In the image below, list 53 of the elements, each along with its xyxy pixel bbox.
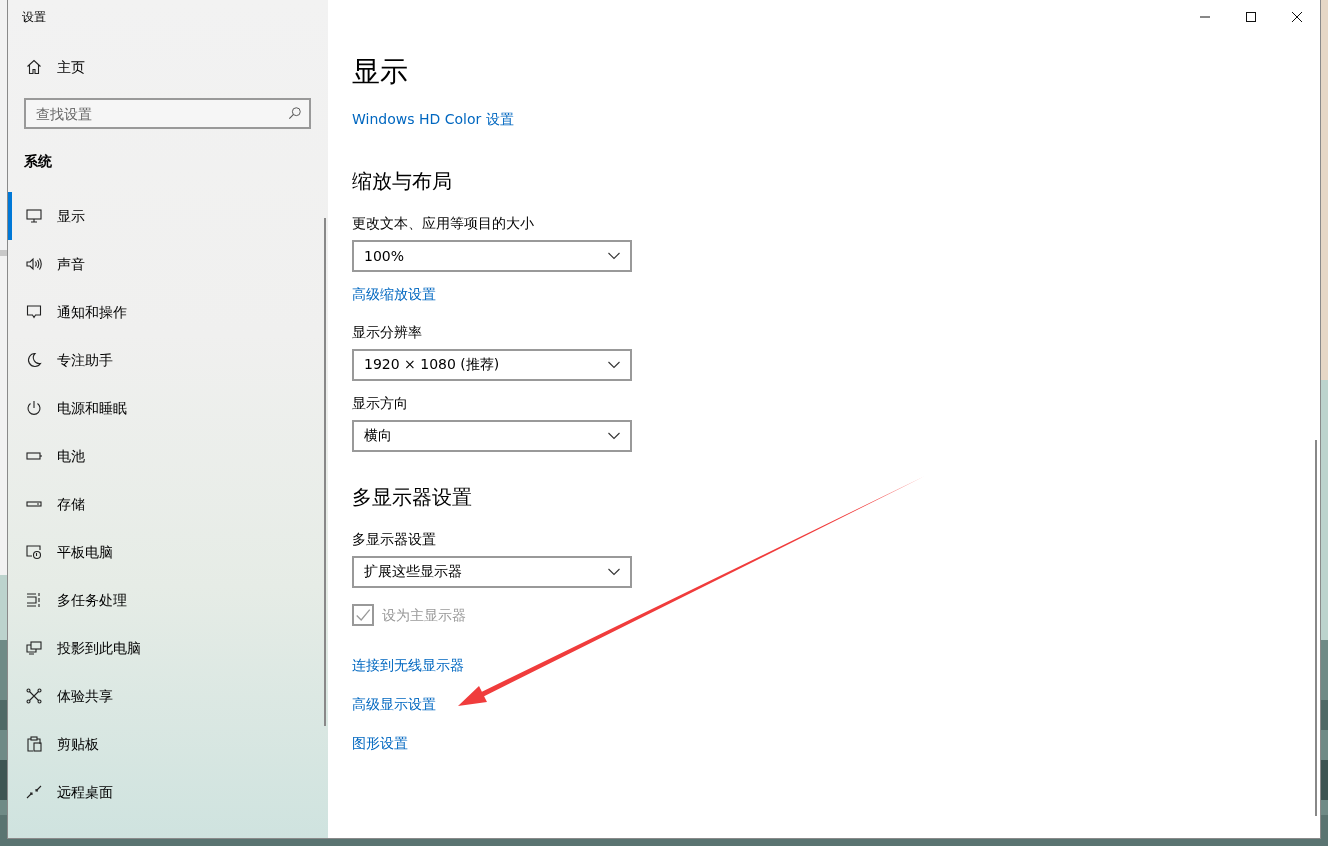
chevron-down-icon	[608, 568, 620, 576]
sidebar-item[interactable]: 体验共享	[8, 672, 328, 720]
field-label: 多显示器设置	[352, 530, 436, 549]
maximize-icon	[1246, 12, 1256, 22]
search-field[interactable]: 查找设置	[24, 98, 311, 129]
sidebar-item[interactable]: 电源和睡眠	[8, 384, 328, 432]
sidebar-item[interactable]: 存储	[8, 480, 328, 528]
window-title: 设置	[22, 9, 46, 25]
project-icon	[26, 640, 42, 656]
close-icon	[1292, 12, 1302, 22]
sidebar-item[interactable]: 通知和操作	[8, 288, 328, 336]
message-icon	[26, 304, 42, 320]
chevron-down-icon	[608, 361, 620, 369]
dropdown[interactable]: 横向	[352, 420, 632, 452]
share-icon	[26, 688, 42, 704]
scrollbar[interactable]	[1315, 440, 1317, 816]
tablet-icon	[26, 544, 42, 560]
power-icon	[26, 400, 42, 416]
sidebar-item[interactable]: 电池	[8, 432, 328, 480]
sidebar-item[interactable]: 远程桌面	[8, 768, 328, 816]
sidebar-item[interactable]: 投影到此电脑	[8, 624, 328, 672]
checkmark-icon	[354, 606, 372, 624]
search-icon	[288, 106, 302, 120]
sidebar-item[interactable]: 专注助手	[8, 336, 328, 384]
speaker-icon	[26, 256, 42, 272]
dropdown[interactable]: 扩展这些显示器	[352, 556, 632, 588]
sidebar-item[interactable]: 剪贴板	[8, 720, 328, 768]
section-heading: 系统	[24, 152, 52, 171]
dropdown[interactable]: 100%	[352, 240, 632, 272]
chevron-down-icon	[608, 432, 620, 440]
home-item[interactable]: 主页	[8, 59, 328, 75]
home-icon	[26, 59, 42, 75]
section-heading: 缩放与布局	[352, 168, 452, 195]
field-label: 更改文本、应用等项目的大小	[352, 214, 534, 233]
clipboard-icon	[26, 736, 42, 752]
link[interactable]: 高级缩放设置	[352, 284, 436, 304]
scrollbar[interactable]	[324, 218, 326, 726]
field-label: 显示方向	[352, 394, 408, 413]
multitask-icon	[26, 592, 42, 608]
moon-icon	[26, 352, 42, 368]
page-title: 显示	[352, 54, 408, 90]
link[interactable]: Windows HD Color 设置	[352, 109, 514, 129]
link[interactable]: 图形设置	[352, 733, 408, 753]
monitor-icon	[26, 208, 42, 224]
link[interactable]: 连接到无线显示器	[352, 655, 464, 675]
link[interactable]: 高级显示设置	[352, 694, 436, 714]
field-label: 显示分辨率	[352, 323, 422, 342]
sidebar-item[interactable]: 平板电脑	[8, 528, 328, 576]
chevron-down-icon	[608, 252, 620, 260]
section-heading: 多显示器设置	[352, 484, 472, 511]
dropdown[interactable]: 1920 × 1080 (推荐)	[352, 349, 632, 381]
sidebar-item[interactable]: 声音	[8, 240, 328, 288]
sidebar-item[interactable]: 多任务处理	[8, 576, 328, 624]
